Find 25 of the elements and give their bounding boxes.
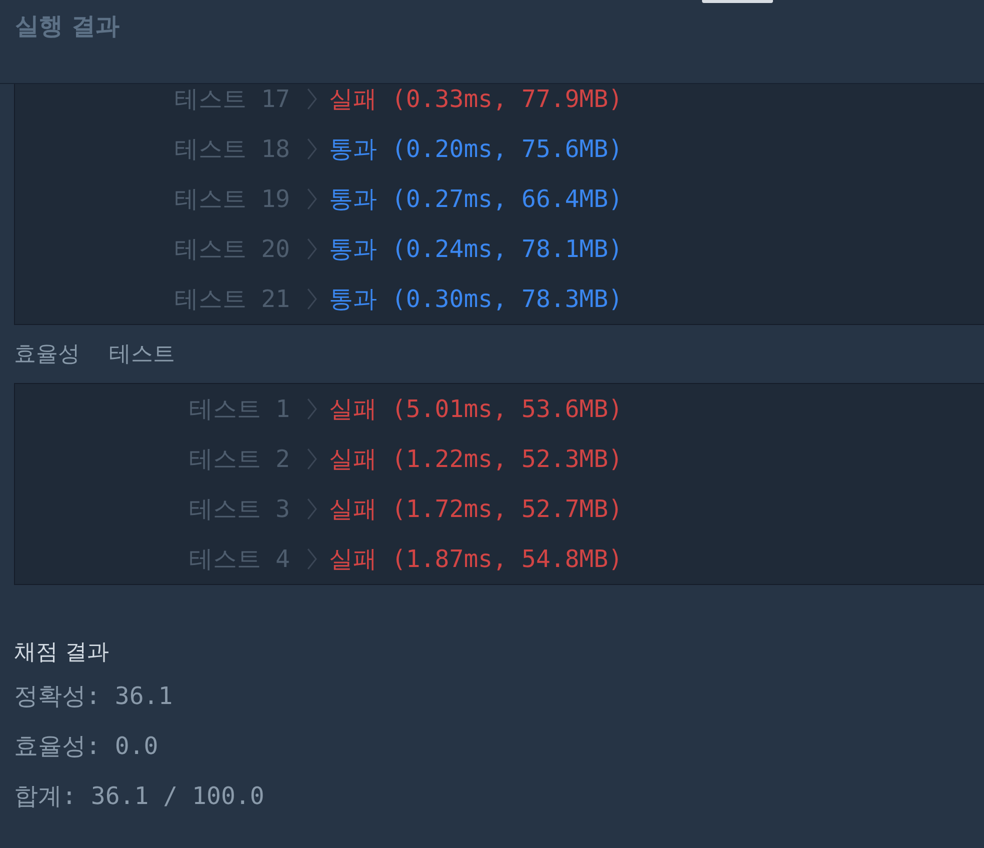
test-result: 실패 (0.33ms, 77.9MB) xyxy=(329,84,623,115)
test-result: 실패 (5.01ms, 53.6MB) xyxy=(329,394,623,425)
chevron-icon xyxy=(307,548,317,570)
chevron-icon xyxy=(307,88,317,110)
test-result: 실패 (1.72ms, 52.7MB) xyxy=(329,494,623,525)
score-line: 정확성: 36.1 xyxy=(14,681,173,711)
tab-edge xyxy=(702,0,773,3)
score-line: 효율성: 0.0 xyxy=(14,731,158,761)
chevron-icon xyxy=(307,138,317,160)
section-title: 효율성 테스트 xyxy=(14,341,175,369)
chevron-icon xyxy=(307,188,317,210)
section-title: 채점 결과 xyxy=(14,639,109,667)
chevron-icon xyxy=(307,498,317,520)
test-result: 통과 (0.20ms, 75.6MB) xyxy=(329,134,623,165)
test-result: 실패 (1.87ms, 54.8MB) xyxy=(329,544,623,575)
panel-title: 실행 결과 xyxy=(15,11,120,42)
score-line: 합계: 36.1 / 100.0 xyxy=(14,781,264,811)
chevron-icon xyxy=(307,238,317,260)
chevron-icon xyxy=(307,448,317,470)
test-result: 통과 (0.30ms, 78.3MB) xyxy=(329,284,623,315)
test-result: 통과 (0.27ms, 66.4MB) xyxy=(329,184,623,215)
test-result: 통과 (0.24ms, 78.1MB) xyxy=(329,234,623,265)
chevron-icon xyxy=(307,398,317,420)
chevron-icon xyxy=(307,288,317,310)
test-result: 실패 (1.22ms, 52.3MB) xyxy=(329,444,623,475)
